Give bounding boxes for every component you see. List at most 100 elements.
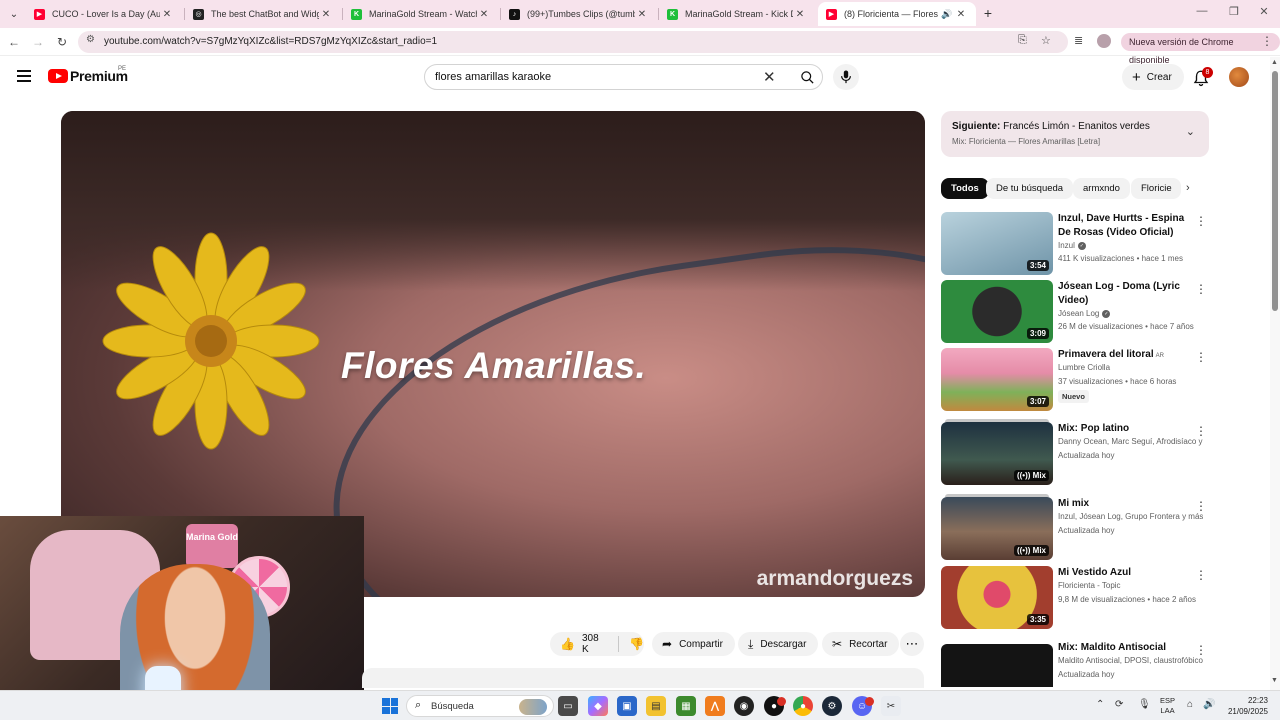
close-icon[interactable]: ✕: [793, 9, 807, 20]
reading-list-icon[interactable]: ≣: [1074, 34, 1083, 47]
video-title[interactable]: Jósean Log - Doma (Lyric Video): [1058, 280, 1198, 308]
video-title[interactable]: Primavera del litoral AR: [1058, 348, 1198, 363]
video-title[interactable]: Mix: Pop latino: [1058, 422, 1198, 436]
video-thumbnail[interactable]: [941, 644, 1053, 687]
window-close-button[interactable]: ✕: [1254, 5, 1274, 18]
youtube-logo-icon[interactable]: [48, 69, 68, 83]
recommendation-item[interactable]: ((•)) Mix Mix: Pop latino Danny Ocean, M…: [941, 419, 1209, 486]
recommendation-item[interactable]: 3:35 Mi Vestido Azul Floricienta - Topic…: [941, 566, 1209, 630]
tab-search-button[interactable]: ⌄: [4, 4, 24, 24]
new-tab-button[interactable]: +: [980, 5, 996, 21]
reload-button[interactable]: ↻: [53, 33, 71, 51]
obs-icon[interactable]: ◉: [734, 696, 754, 716]
like-thumb-icon[interactable]: 👍: [560, 637, 575, 651]
recommendation-item[interactable]: 3:54 Inzul, Dave Hurtts - Espina De Rosa…: [941, 212, 1209, 276]
volume-icon[interactable]: 🔊: [1203, 699, 1215, 710]
store-icon[interactable]: ▣: [617, 696, 637, 716]
search-button[interactable]: [791, 65, 823, 89]
channel-name[interactable]: Inzul, Jósean Log, Grupo Frontera y más: [1058, 512, 1203, 521]
video-title[interactable]: Inzul, Dave Hurtts - Espina De Rosas (Vi…: [1058, 212, 1198, 240]
video-thumbnail[interactable]: 3:07: [941, 348, 1053, 411]
more-actions-button[interactable]: ⋯: [900, 632, 924, 656]
launcher-icon[interactable]: ⋀: [705, 696, 725, 716]
channel-name[interactable]: Floricienta - Topic: [1058, 581, 1203, 590]
tab-5-active[interactable]: ▶ (8) Floricienta — Flores Am 🔊 ✕: [818, 2, 976, 26]
chrome-update-button[interactable]: Nueva versión de Chrome disponible: [1121, 33, 1280, 65]
more-vertical-icon[interactable]: ⋮: [1195, 214, 1207, 228]
more-vertical-icon[interactable]: ⋮: [1195, 282, 1207, 296]
more-vertical-icon[interactable]: ⋮: [1195, 568, 1207, 582]
bookmark-star-icon[interactable]: ☆: [1041, 34, 1051, 47]
voice-search-button[interactable]: [833, 64, 859, 90]
profile-avatar[interactable]: [1097, 34, 1111, 48]
chrome-icon[interactable]: ●: [793, 696, 813, 716]
chevron-up-icon[interactable]: ⌃: [1096, 699, 1104, 710]
recommendation-item[interactable]: 3:09 Jósean Log - Doma (Lyric Video) Jós…: [941, 280, 1209, 344]
more-vertical-icon[interactable]: ⋮: [1195, 643, 1207, 657]
video-thumbnail[interactable]: ((•)) Mix: [941, 497, 1053, 560]
tab-1[interactable]: ◎ The best ChatBot and Widgets ✕: [185, 2, 341, 26]
download-button[interactable]: ⤓ Descargar: [738, 632, 819, 656]
close-icon[interactable]: ✕: [954, 9, 968, 20]
channel-name[interactable]: Jósean Log ✓: [1058, 309, 1203, 318]
file-explorer-icon[interactable]: ▤: [646, 696, 666, 716]
chip-de-tu-busqueda[interactable]: De tu búsqueda: [986, 178, 1074, 199]
microphone-icon[interactable]: 🎙: [1138, 699, 1151, 710]
system-clock[interactable]: 22:23 21/09/2025: [1222, 695, 1268, 717]
input-language[interactable]: ESP LAA: [1160, 696, 1175, 716]
steam-icon[interactable]: ⚙: [822, 696, 842, 716]
dislike-thumb-icon[interactable]: 👎: [629, 637, 644, 651]
more-vertical-icon[interactable]: ⋮: [1195, 350, 1207, 364]
channel-name[interactable]: Maldito Antisocial, DPOSI, claustrofóbic…: [1058, 656, 1203, 665]
share-button[interactable]: ➦ Compartir: [652, 632, 735, 656]
scroll-down-arrow-icon[interactable]: ▼: [1271, 677, 1278, 684]
task-view-icon[interactable]: ▭: [558, 696, 578, 716]
snipping-tool-icon[interactable]: ✂: [881, 696, 901, 716]
minimize-button[interactable]: —: [1192, 5, 1212, 17]
search-input[interactable]: [435, 69, 755, 85]
taskbar-search[interactable]: ⌕ Búsqueda: [406, 695, 554, 717]
tab-2[interactable]: K MarinaGold Stream - Watch Li ✕: [343, 2, 499, 26]
close-icon[interactable]: ✕: [635, 9, 649, 20]
video-title[interactable]: Mix: Maldito Antisocial: [1058, 641, 1198, 655]
channel-name[interactable]: Lumbre Criolla: [1058, 363, 1203, 372]
sync-icon[interactable]: ⟳: [1115, 699, 1123, 710]
menu-icon[interactable]: [17, 70, 31, 82]
chip-floricienta[interactable]: Floricie: [1131, 178, 1181, 199]
video-title[interactable]: Mi Vestido Azul: [1058, 566, 1198, 580]
copilot-icon[interactable]: ◆: [588, 696, 608, 716]
chip-todos[interactable]: Todos: [941, 178, 989, 199]
account-avatar[interactable]: [1229, 67, 1249, 87]
tab-0[interactable]: ▶ CUCO - Lover Is a Day (Audio) - ✕: [26, 2, 182, 26]
more-vertical-icon[interactable]: ⋮: [1195, 424, 1207, 438]
video-thumbnail[interactable]: ((•)) Mix: [941, 422, 1053, 485]
network-icon[interactable]: ⌂: [1187, 699, 1193, 710]
close-icon[interactable]: ✕: [160, 9, 174, 20]
back-button[interactable]: ←: [5, 33, 23, 51]
clip-button[interactable]: ✂ Recortar: [822, 632, 900, 656]
forward-button[interactable]: →: [29, 33, 47, 51]
tab-4[interactable]: K MarinaGold Stream - Kick Dash ✕: [659, 2, 815, 26]
site-info-icon[interactable]: ⚙: [86, 34, 95, 45]
recommendation-item[interactable]: 3:07 Primavera del litoral AR Lumbre Crio…: [941, 348, 1209, 412]
video-thumbnail[interactable]: 3:35: [941, 566, 1053, 629]
scrollbar-thumb[interactable]: [1272, 71, 1278, 311]
recommendation-item[interactable]: ((•)) Mix Mi mix Inzul, Jósean Log, Grup…: [941, 494, 1209, 561]
windows-start-icon[interactable]: [382, 698, 398, 714]
close-icon[interactable]: ✕: [319, 9, 333, 20]
minecraft-icon[interactable]: ▦: [676, 696, 696, 716]
video-thumbnail[interactable]: 3:09: [941, 280, 1053, 343]
more-vertical-icon[interactable]: ⋮: [1195, 499, 1207, 513]
up-next-panel[interactable]: Siguiente: Francés Limón - Enanitos verd…: [941, 111, 1209, 157]
chevron-right-icon[interactable]: ›: [1186, 182, 1190, 194]
clear-search-icon[interactable]: ✕: [763, 68, 776, 86]
create-button[interactable]: + Crear: [1122, 64, 1184, 90]
speaker-icon[interactable]: 🔊: [940, 9, 954, 20]
close-icon[interactable]: ✕: [477, 9, 491, 20]
page-scrollbar[interactable]: ▲ ▼: [1270, 57, 1280, 690]
recommendation-item[interactable]: Mix: Maldito Antisocial Maldito Antisoci…: [941, 641, 1209, 687]
streaming-app-icon[interactable]: ●: [764, 696, 786, 716]
chip-armxndo[interactable]: armxndo: [1073, 178, 1130, 199]
video-thumbnail[interactable]: 3:54: [941, 212, 1053, 275]
channel-name[interactable]: Danny Ocean, Marc Seguí, Afrodisíaco y .…: [1058, 437, 1203, 446]
